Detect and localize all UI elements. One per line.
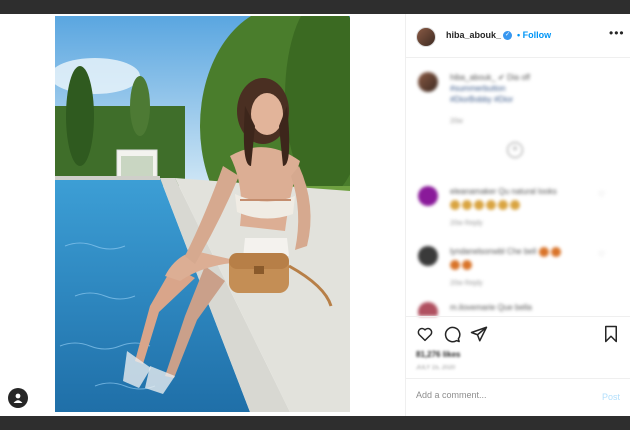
more-icon[interactable]: •••	[609, 26, 625, 40]
comments-list: hiba_abouk_ ✔ Dia off #summerbutton #Dio…	[406, 58, 630, 316]
poolside-photo	[55, 16, 350, 412]
tagged-user-button[interactable]	[8, 388, 28, 408]
comment-meta: 20w Reply	[450, 220, 483, 227]
verified-badge-icon: ✓	[503, 31, 512, 40]
avatar[interactable]	[418, 72, 438, 92]
avatar[interactable]	[416, 27, 436, 47]
post-modal: hiba_abouk_ ✓ • Follow ••• hiba_abouk_ ✔…	[0, 14, 630, 416]
comment-text: lyndanelsonwbl Che bell	[450, 247, 537, 256]
avatar[interactable]	[418, 186, 438, 206]
post-button[interactable]: Post	[602, 392, 620, 402]
comment-emojis	[450, 199, 600, 210]
bookmark-icon[interactable]	[602, 325, 620, 343]
comment-input[interactable]	[416, 390, 576, 400]
follow-label: Follow	[522, 30, 552, 40]
user-icon	[13, 393, 23, 403]
post-header: hiba_abouk_ ✓ • Follow •••	[406, 14, 630, 58]
post-photo[interactable]	[55, 16, 350, 412]
heart-icon[interactable]	[416, 325, 434, 343]
username-link[interactable]: hiba_abouk_	[446, 30, 501, 40]
comment-meta: 20w Reply	[450, 280, 483, 287]
backdrop-bottom	[0, 416, 630, 430]
comment-text: eleanamaker Qu natural looks	[450, 187, 557, 196]
add-comment-bar: Post	[406, 378, 630, 416]
comment-icon[interactable]	[443, 325, 461, 343]
caption-line: hiba_abouk_ ✔ Dia off	[450, 73, 530, 82]
comment-emojis	[450, 259, 600, 270]
follow-separator: •	[517, 30, 521, 40]
post-date: JULY 15, 2020	[416, 365, 456, 371]
heart-icon[interactable]: ♡	[598, 190, 605, 199]
caption-line: #summerbutton	[450, 84, 506, 93]
share-icon[interactable]	[470, 325, 488, 343]
follow-button[interactable]: • Follow	[517, 30, 551, 40]
post-actions: 81,276 likes JULY 15, 2020	[406, 316, 630, 378]
comment-text: m.ilovemarie Que bella	[450, 303, 532, 312]
caption-line: #DiorBobby #Dior	[450, 95, 514, 104]
comment-meta: 20w	[450, 118, 463, 125]
backdrop-top	[0, 0, 630, 14]
post-media	[0, 14, 405, 416]
load-more-comments-button[interactable]: +	[507, 142, 523, 158]
avatar[interactable]	[418, 302, 438, 316]
avatar[interactable]	[418, 246, 438, 266]
post-sidebar: hiba_abouk_ ✓ • Follow ••• hiba_abouk_ ✔…	[405, 14, 630, 416]
likes-count[interactable]: 81,276 likes	[416, 350, 460, 359]
heart-icon[interactable]: ♡	[598, 250, 605, 259]
